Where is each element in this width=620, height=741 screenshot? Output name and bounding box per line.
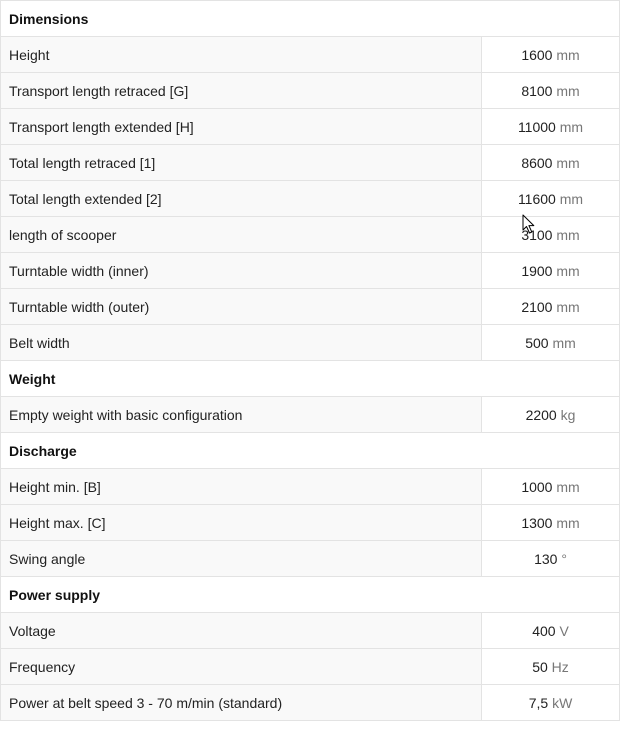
spec-label: Frequency (0, 648, 482, 685)
spec-row: Empty weight with basic configuration 22… (0, 396, 620, 433)
spec-value-cell: 3100 mm (480, 216, 620, 253)
spec-unit: kg (560, 406, 576, 423)
spec-row: Belt width 500 mm (0, 324, 620, 361)
spec-label: Total length retraced [1] (0, 144, 482, 181)
spec-unit: mm (556, 478, 580, 495)
spec-row: length of scooper 3100 mm (0, 216, 620, 253)
spec-label: Transport length extended [H] (0, 108, 482, 145)
spec-label: Empty weight with basic configuration (0, 396, 482, 433)
spec-value-cell: 50 Hz (480, 648, 620, 685)
spec-value: 11000 (517, 118, 556, 135)
spec-label: Turntable width (inner) (0, 252, 482, 289)
spec-label: Swing angle (0, 540, 482, 577)
spec-row: Swing angle 130 ° (0, 540, 620, 577)
spec-value: 500 (525, 334, 549, 351)
spec-label: Turntable width (outer) (0, 288, 482, 325)
spec-value-cell: 1600 mm (480, 36, 620, 73)
spec-value: 50 (532, 658, 548, 675)
spec-unit: ° (561, 550, 567, 567)
spec-label: Height max. [C] (0, 504, 482, 541)
spec-value-cell: 11600 mm (480, 180, 620, 217)
spec-value: 8600 (521, 154, 553, 171)
spec-row: Frequency 50 Hz (0, 648, 620, 685)
spec-row: Voltage 400 V (0, 612, 620, 649)
spec-value: 1300 (521, 514, 553, 531)
section-title: Weight (0, 360, 620, 397)
spec-value: 2100 (521, 298, 553, 315)
spec-value: 130 (534, 550, 558, 567)
spec-label: length of scooper (0, 216, 482, 253)
section-title: Discharge (0, 432, 620, 469)
section-header-dimensions: Dimensions (0, 0, 620, 37)
spec-value-cell: 8600 mm (480, 144, 620, 181)
spec-value: 1000 (521, 478, 553, 495)
spec-row: Height 1600 mm (0, 36, 620, 73)
spec-row: Turntable width (inner) 1900 mm (0, 252, 620, 289)
spec-unit: mm (559, 118, 584, 135)
spec-label: Voltage (0, 612, 482, 649)
spec-value-cell: 400 V (480, 612, 620, 649)
spec-unit: mm (556, 46, 580, 63)
spec-row: Height max. [C] 1300 mm (0, 504, 620, 541)
spec-row: Total length extended [2] 11600 mm (0, 180, 620, 217)
spec-value-cell: 1000 mm (480, 468, 620, 505)
spec-unit: mm (556, 226, 580, 243)
spec-value-cell: 7,5 kW (480, 684, 620, 721)
spec-value-cell: 1300 mm (480, 504, 620, 541)
spec-value: 7,5 (528, 694, 549, 711)
section-title: Power supply (0, 576, 620, 613)
spec-value: 400 (532, 622, 556, 639)
spec-value: 1900 (521, 262, 553, 279)
spec-unit: mm (556, 82, 580, 99)
section-header-weight: Weight (0, 360, 620, 397)
spec-unit: V (559, 622, 569, 639)
spec-label: Belt width (0, 324, 482, 361)
spec-value: 1600 (521, 46, 553, 63)
spec-unit: mm (556, 514, 580, 531)
spec-value-cell: 130 ° (480, 540, 620, 577)
spec-value-cell: 2100 mm (480, 288, 620, 325)
spec-value-cell: 1900 mm (480, 252, 620, 289)
spec-unit: mm (556, 262, 580, 279)
spec-unit: mm (556, 154, 580, 171)
spec-value: 11600 (517, 190, 556, 207)
spec-row: Turntable width (outer) 2100 mm (0, 288, 620, 325)
spec-row: Height min. [B] 1000 mm (0, 468, 620, 505)
spec-row: Power at belt speed 3 - 70 m/min (standa… (0, 684, 620, 721)
spec-label: Power at belt speed 3 - 70 m/min (standa… (0, 684, 482, 721)
spec-unit: Hz (551, 658, 569, 675)
spec-unit: mm (552, 334, 576, 351)
spec-row: Total length retraced [1] 8600 mm (0, 144, 620, 181)
spec-row: Transport length extended [H] 11000 mm (0, 108, 620, 145)
spec-unit: mm (556, 298, 580, 315)
spec-label: Total length extended [2] (0, 180, 482, 217)
spec-value: 2200 (525, 406, 557, 423)
section-title: Dimensions (0, 0, 620, 37)
spec-value-cell: 11000 mm (480, 108, 620, 145)
specifications-table: Dimensions Height 1600 mm Transport leng… (0, 0, 620, 721)
spec-label: Transport length retraced [G] (0, 72, 482, 109)
spec-unit: kW (552, 694, 573, 711)
section-header-discharge: Discharge (0, 432, 620, 469)
spec-unit: mm (559, 190, 584, 207)
spec-label: Height (0, 36, 482, 73)
section-header-power-supply: Power supply (0, 576, 620, 613)
spec-value-cell: 500 mm (480, 324, 620, 361)
spec-value-cell: 8100 mm (480, 72, 620, 109)
spec-row: Transport length retraced [G] 8100 mm (0, 72, 620, 109)
spec-label: Height min. [B] (0, 468, 482, 505)
spec-value-cell: 2200 kg (480, 396, 620, 433)
spec-value: 8100 (521, 82, 553, 99)
spec-value: 3100 (521, 226, 553, 243)
